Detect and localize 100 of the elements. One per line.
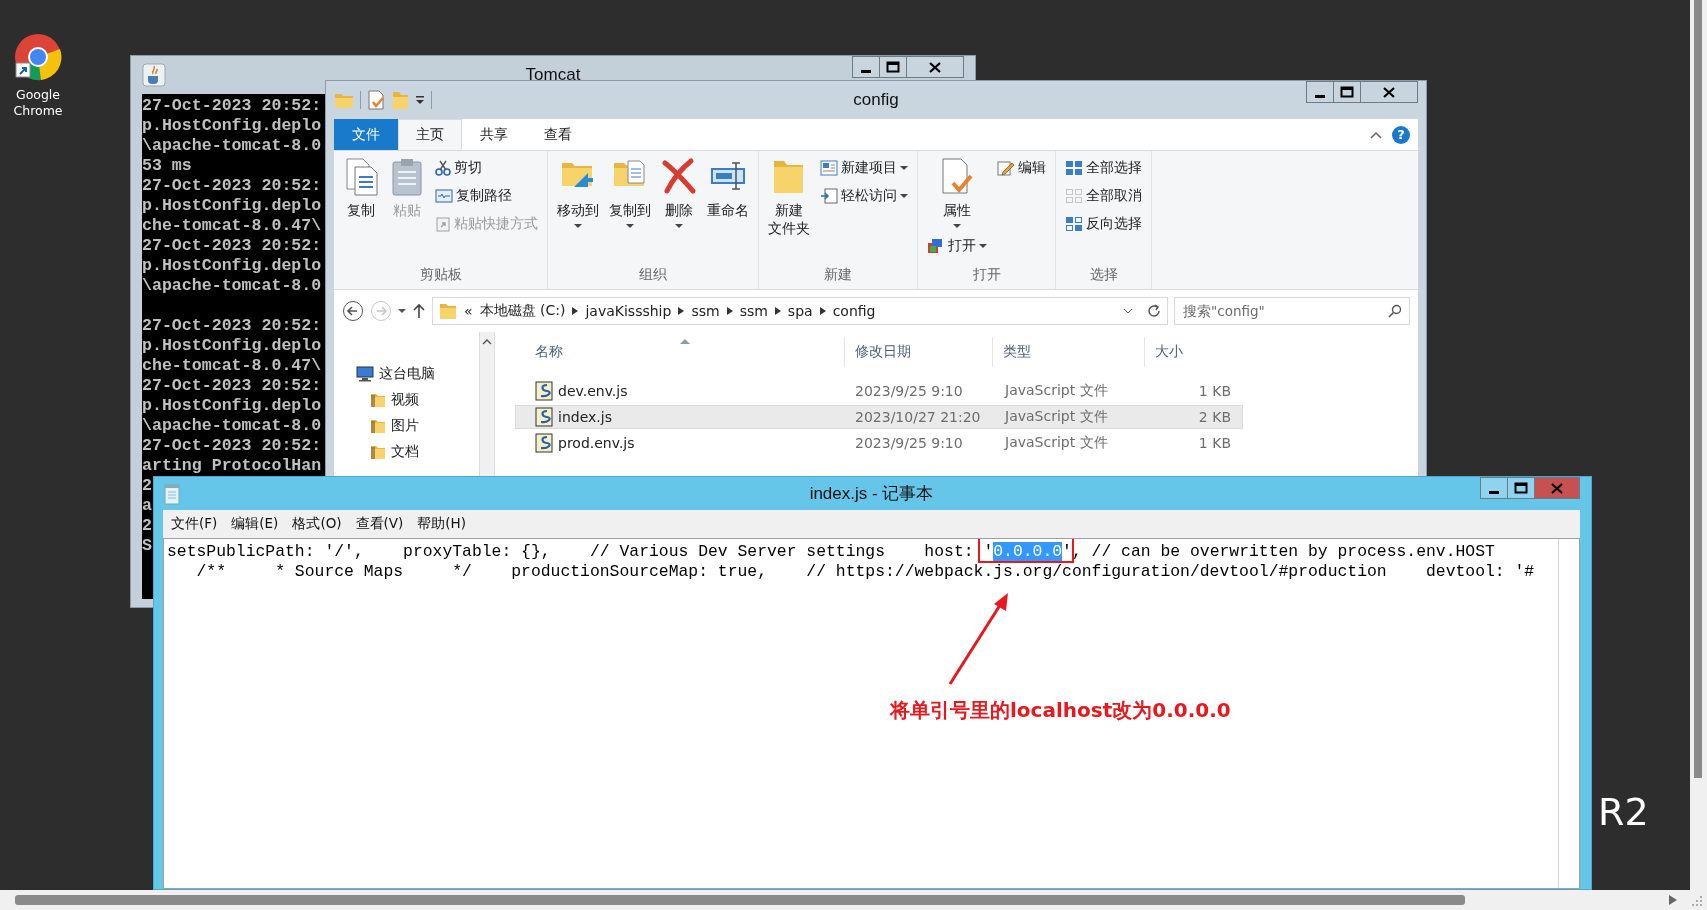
ribbon-button[interactable]: 反向选择: [1062, 211, 1145, 237]
table-cell-text: JavaScript 文件: [1003, 408, 1109, 426]
file-row[interactable]: index.js 2023/10/27 21:20 JavaScript 文件 2 KB: [515, 405, 1243, 429]
file-name: prod.env.js: [558, 435, 635, 451]
scrollbar-thumb[interactable]: [15, 895, 1465, 905]
ribbon-button[interactable]: 移动到: [554, 155, 602, 231]
tree-item[interactable]: 图片: [370, 414, 479, 438]
minimize-icon: [1315, 94, 1325, 98]
breadcrumb[interactable]: config: [832, 303, 876, 319]
document-check-icon: [939, 157, 975, 197]
menu-item[interactable]: 编辑(E): [225, 512, 285, 536]
group-label: 剪贴板: [418, 265, 463, 284]
ribbon-button[interactable]: 轻松访问: [817, 183, 911, 209]
ribbon-button[interactable]: 新建 文件夹: [765, 155, 813, 239]
recent-button[interactable]: [398, 308, 406, 314]
breadcrumb[interactable]: ssm: [691, 303, 720, 319]
file-row[interactable]: dev.env.js 2023/9/25 9:10 JavaScript 文件 1 KB: [515, 379, 1243, 403]
folder-icon: [370, 444, 386, 460]
column-header[interactable]: 大小: [1145, 337, 1243, 367]
script-file-icon: [535, 407, 553, 427]
text-area[interactable]: [163, 538, 1580, 889]
ribbon-button[interactable]: 复制: [340, 155, 382, 221]
minimize-button[interactable]: [1480, 477, 1508, 499]
close-icon: [1383, 86, 1395, 98]
maximize-button[interactable]: [1333, 81, 1361, 103]
ribbon-button[interactable]: 复制路径: [432, 183, 541, 209]
caret-icon: [900, 193, 908, 199]
column-header[interactable]: 类型: [993, 337, 1145, 367]
caret-icon: [979, 243, 987, 249]
desktop-shortcut[interactable]: Google Chrome: [4, 33, 72, 119]
window-title: index.js - 记事本: [809, 484, 934, 503]
scrollbar-thumb[interactable]: [1694, 0, 1702, 778]
close-button[interactable]: [906, 56, 964, 78]
maximize-button[interactable]: [879, 56, 907, 78]
back-button[interactable]: [342, 300, 364, 322]
ribbon-tab[interactable]: 主页: [398, 119, 462, 150]
script-file-icon: [535, 433, 553, 453]
minimize-button[interactable]: [852, 56, 880, 78]
chevron-icon: [726, 307, 733, 315]
clipboard-icon: [389, 157, 425, 197]
menu-item[interactable]: 格式(O): [286, 512, 348, 536]
menu-item[interactable]: 查看(V): [349, 512, 410, 536]
up-arrow-icon: [412, 303, 426, 319]
easy-access-icon: [820, 188, 838, 204]
console-line: p.HostConfig.deplo: [142, 256, 322, 276]
caret-icon: [398, 308, 406, 314]
ribbon-button[interactable]: 复制到: [606, 155, 654, 231]
close-icon: [929, 61, 941, 73]
dropdown-icon: [415, 95, 425, 105]
console-line: 2: [142, 476, 152, 496]
document-check-icon: [367, 90, 385, 110]
table-cell-text: 1 KB: [1197, 383, 1232, 399]
breadcrumb[interactable]: 本地磁盘 (C:): [479, 302, 566, 320]
close-icon: [1551, 482, 1563, 494]
console-line: che-tomcat-8.0.47\: [142, 356, 322, 376]
tree-item[interactable]: 文档: [370, 440, 479, 464]
ribbon-button[interactable]: 重命名: [704, 155, 752, 221]
search-field[interactable]: 搜索"config": [1174, 297, 1410, 325]
search-icon: [1388, 304, 1402, 318]
up-button[interactable]: [412, 303, 426, 319]
address-bar[interactable]: « 本地磁盘 (C:) javaKissship ssm ssm spa config: [432, 297, 1168, 325]
help-button[interactable]: ?: [1392, 125, 1410, 144]
ribbon-tab[interactable]: 共享: [462, 119, 526, 150]
close-button[interactable]: [1360, 81, 1418, 103]
console-line: \apache-tomcat-8.0: [142, 416, 322, 436]
folder-icon: [370, 418, 386, 434]
ribbon-button[interactable]: 属性: [924, 155, 990, 231]
menu-item[interactable]: 帮助(H): [411, 512, 473, 536]
ribbon-button[interactable]: 全部选择: [1062, 155, 1145, 181]
column-header[interactable]: 名称: [515, 337, 845, 367]
maximize-button[interactable]: [1507, 477, 1535, 499]
breadcrumb[interactable]: spa: [787, 303, 813, 319]
menu-item[interactable]: 文件(F): [165, 512, 224, 536]
console-line: a: [142, 496, 152, 516]
column-header[interactable]: 修改日期: [845, 337, 993, 367]
sort-up-icon: [679, 338, 690, 344]
console-line: 27-Oct-2023 20:52:: [142, 176, 322, 196]
tree-item[interactable]: 这台电脑: [356, 362, 479, 386]
ribbon-button[interactable]: 编辑: [994, 155, 1049, 181]
minimize-button[interactable]: [1306, 81, 1334, 103]
ribbon-tab[interactable]: 文件: [334, 119, 398, 150]
breadcrumb[interactable]: ssm: [739, 303, 768, 319]
ribbon-button[interactable]: 打开: [924, 233, 990, 259]
file-name: dev.env.js: [558, 383, 628, 399]
ribbon-button[interactable]: 剪切: [432, 155, 541, 181]
ribbon-button[interactable]: 删除: [658, 155, 700, 231]
group-label: 选择: [1088, 265, 1119, 284]
table-cell-text: JavaScript 文件: [1003, 382, 1109, 400]
file-row[interactable]: prod.env.js 2023/9/25 9:10 JavaScript 文件 1 KB: [515, 431, 1243, 455]
shortcut-icon: [435, 216, 451, 232]
breadcrumb-overflow[interactable]: «: [464, 303, 473, 319]
new-item-icon: [820, 160, 838, 176]
ribbon-button[interactable]: 全部取消: [1062, 183, 1145, 209]
selected-text: 0.0.0.0: [993, 542, 1063, 561]
console-line: 27-Oct-2023 20:52:: [142, 236, 322, 256]
group-label: 打开: [971, 265, 1002, 284]
breadcrumb[interactable]: javaKissship: [585, 303, 672, 319]
tree-item[interactable]: 视频: [370, 388, 479, 412]
ribbon-tab[interactable]: 查看: [526, 119, 590, 150]
ribbon-button[interactable]: 新建项目: [817, 155, 911, 181]
